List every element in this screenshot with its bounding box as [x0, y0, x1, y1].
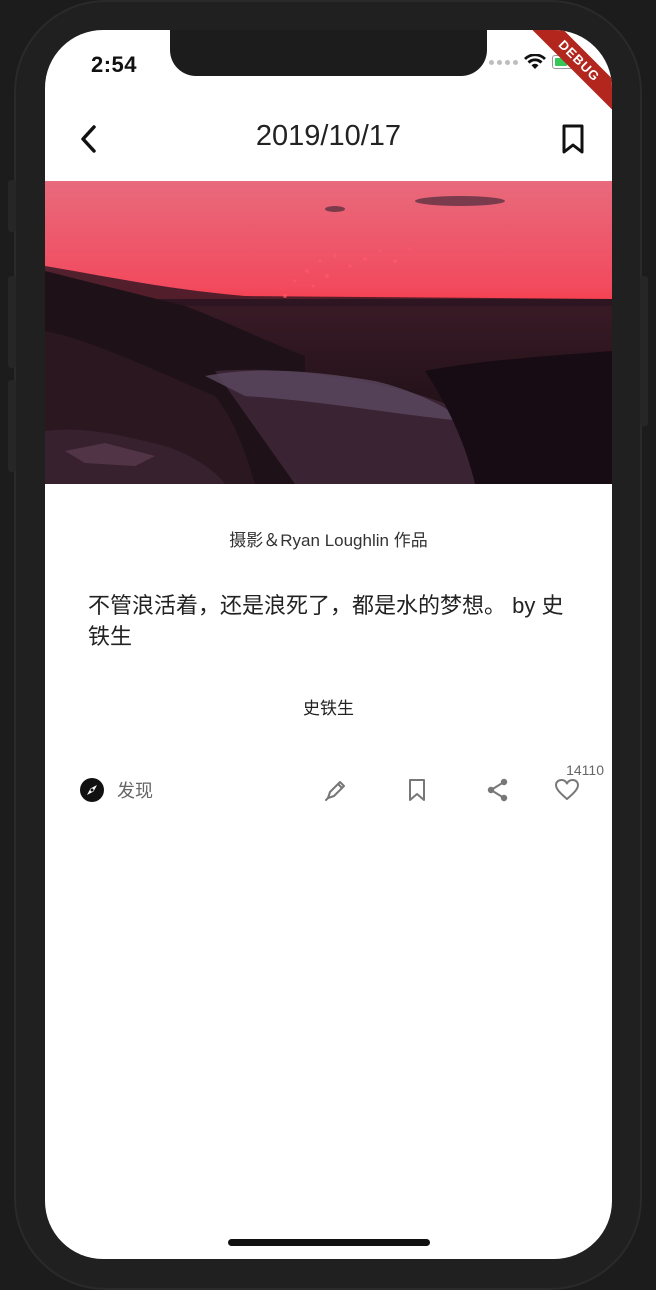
discover-button[interactable]: 发现: [79, 777, 153, 803]
app-bar: 2019/10/17: [45, 100, 612, 180]
edit-button[interactable]: [323, 777, 349, 803]
heart-icon: [555, 779, 579, 800]
volume-down-button: [8, 380, 16, 472]
hero-image[interactable]: [45, 181, 612, 484]
share-button[interactable]: [485, 777, 511, 803]
power-button: [640, 276, 648, 426]
volume-up-button: [8, 276, 16, 368]
quote-text: 不管浪活着，还是浪死了，都是水的梦想。 by 史铁生: [88, 593, 564, 649]
home-indicator[interactable]: [228, 1239, 430, 1246]
wifi-icon: [524, 54, 546, 69]
pen-icon: [325, 781, 345, 801]
save-button[interactable]: [404, 777, 430, 803]
like-count: 14110: [566, 762, 604, 778]
quote-author: 史铁生: [303, 699, 354, 718]
notch: [170, 30, 487, 76]
page-title: 2019/10/17: [255, 120, 402, 152]
discover-label: 发现: [117, 781, 153, 801]
compass-icon: [80, 778, 104, 802]
photo-caption: 摄影＆Ryan Loughlin 作品: [229, 531, 428, 550]
action-bar: 发现 14110: [45, 760, 612, 820]
app-screen: 2:54 DEBUG 2019/10/17 摄影＆Ryan Loughlin 作…: [45, 30, 612, 1259]
bookmark-button[interactable]: [556, 122, 590, 156]
signal-icon: [489, 59, 518, 65]
bookmark-icon: [562, 124, 584, 154]
like-button[interactable]: [554, 777, 580, 803]
status-time: 2:54: [91, 52, 138, 77]
share-icon: [487, 778, 508, 802]
mute-switch: [8, 180, 16, 232]
bookmark-icon: [409, 779, 425, 801]
seascape-photo: [45, 181, 612, 484]
